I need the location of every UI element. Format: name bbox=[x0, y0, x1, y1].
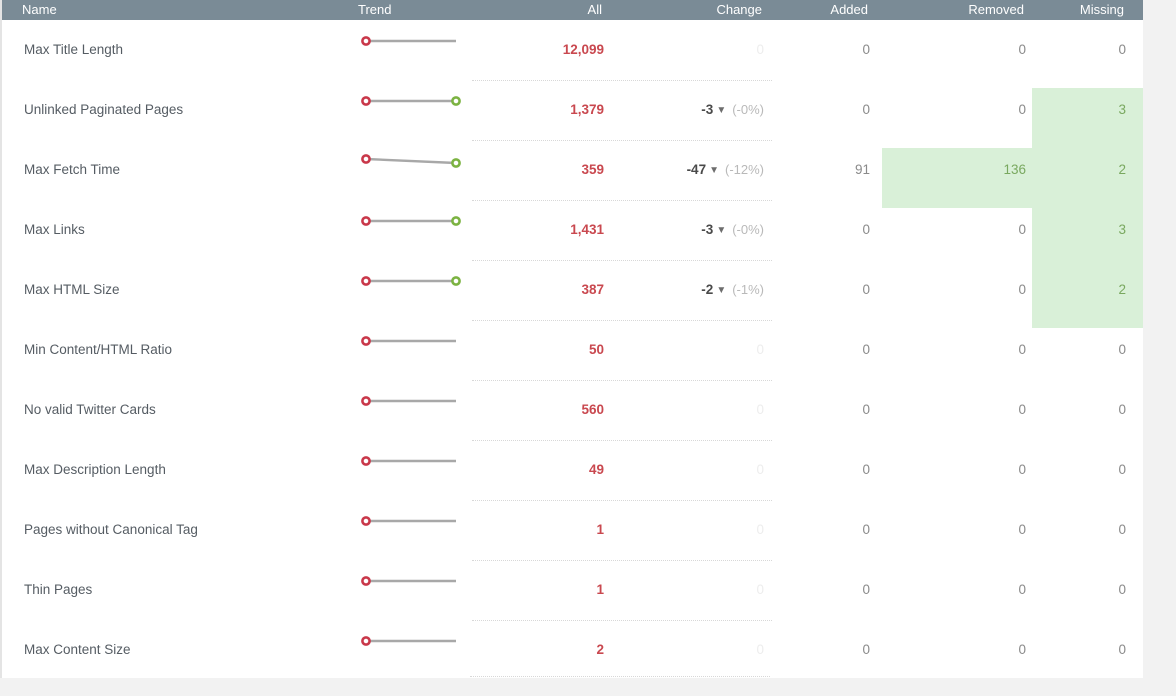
cell-missing: 3 bbox=[1118, 102, 1126, 117]
cell-all: 1,379 bbox=[570, 102, 604, 117]
cell-all: 387 bbox=[581, 282, 604, 297]
cell-missing: 0 bbox=[1118, 522, 1126, 537]
cell-added: 0 bbox=[862, 342, 870, 357]
cell-missing: 2 bbox=[1118, 282, 1126, 297]
table-row[interactable]: Max Description Length 49 0 0 0 0 bbox=[2, 440, 1143, 500]
cell-missing: 0 bbox=[1118, 342, 1126, 357]
table-row[interactable]: No valid Twitter Cards 560 0 0 0 0 bbox=[2, 380, 1143, 440]
cell-all: 49 bbox=[588, 462, 604, 477]
row-metric-name: Max Fetch Time bbox=[24, 162, 121, 177]
change-down-arrow-icon: ▼ bbox=[716, 285, 727, 296]
cell-added: 91 bbox=[854, 162, 870, 177]
cell-all: 50 bbox=[588, 342, 604, 357]
cell-all: 1 bbox=[596, 582, 604, 597]
change-value: -2 bbox=[701, 282, 714, 297]
cell-change: 0 bbox=[602, 380, 764, 440]
table-row[interactable]: Min Content/HTML Ratio 50 0 0 0 0 bbox=[2, 320, 1143, 380]
cell-missing: 0 bbox=[1118, 642, 1126, 657]
table-row[interactable]: Unlinked Paginated Pages 1,379 -3 ▼ (-0%) 0 0 3 bbox=[2, 80, 1143, 140]
cell-all: 359 bbox=[581, 162, 604, 177]
cell-all: 2 bbox=[596, 642, 604, 657]
cell-added: 0 bbox=[862, 102, 870, 117]
table-row[interactable]: Pages without Canonical Tag 1 0 0 0 0 bbox=[2, 500, 1143, 560]
table-row[interactable]: Max Content Size 2 0 0 0 0 bbox=[2, 620, 1143, 678]
cell-change: -3 ▼ (-0%) bbox=[602, 80, 764, 140]
column-header-added[interactable]: Added bbox=[740, 0, 868, 20]
change-down-arrow-icon: ▼ bbox=[716, 105, 727, 116]
row-metric-name: Max HTML Size bbox=[24, 282, 120, 297]
change-down-arrow-icon: ▼ bbox=[709, 165, 719, 176]
row-metric-name: Pages without Canonical Tag bbox=[24, 522, 198, 537]
metrics-table-page: Name Trend All Change Added Removed Miss… bbox=[0, 0, 1176, 696]
change-value: -3 bbox=[701, 222, 714, 237]
cell-change: -3 ▼ (-0%) bbox=[602, 200, 764, 260]
column-header-change[interactable]: Change bbox=[600, 0, 762, 20]
table-body: Max Title Length 12,099 0 0 0 0 Unlinked Pagin… bbox=[2, 20, 1143, 678]
cell-added: 0 bbox=[862, 282, 870, 297]
change-down-arrow-icon: ▼ bbox=[716, 225, 727, 236]
cell-missing: 0 bbox=[1118, 42, 1126, 57]
cell-missing: 2 bbox=[1118, 162, 1126, 177]
cell-all: 560 bbox=[581, 402, 604, 417]
cell-missing: 0 bbox=[1118, 402, 1126, 417]
cell-added: 0 bbox=[862, 582, 870, 597]
cell-added: 0 bbox=[862, 462, 870, 477]
table-bottom-separator bbox=[470, 676, 770, 677]
row-metric-name: Unlinked Paginated Pages bbox=[24, 102, 184, 117]
row-metric-name: Max Content Size bbox=[24, 642, 131, 657]
metrics-table: Name Trend All Change Added Removed Miss… bbox=[0, 0, 1143, 678]
row-metric-name: Max Description Length bbox=[24, 462, 166, 477]
cell-added: 0 bbox=[862, 42, 870, 57]
cell-change: 0 bbox=[602, 440, 764, 500]
row-metric-name: Max Title Length bbox=[24, 42, 124, 57]
cell-change: 0 bbox=[602, 320, 764, 380]
cell-added: 0 bbox=[862, 222, 870, 237]
cell-added: 0 bbox=[862, 402, 870, 417]
table-header-row: Name Trend All Change Added Removed Miss… bbox=[2, 0, 1143, 20]
cell-change: -47 ▼ (-12%) bbox=[602, 140, 764, 200]
change-value: -47 bbox=[686, 162, 707, 177]
cell-change: 0 bbox=[602, 500, 764, 560]
cell-change: -2 ▼ (-1%) bbox=[602, 260, 764, 320]
row-metric-name: Min Content/HTML Ratio bbox=[24, 342, 173, 357]
page-bottom-strip bbox=[0, 678, 1176, 696]
table-row[interactable]: Max Links 1,431 -3 ▼ (-0%) 0 0 3 bbox=[2, 200, 1143, 260]
cell-all: 1 bbox=[596, 522, 604, 537]
column-header-missing[interactable]: Missing bbox=[990, 0, 1124, 20]
column-header-trend[interactable]: Trend bbox=[358, 0, 391, 20]
cell-missing: 0 bbox=[1118, 582, 1126, 597]
cell-change: 0 bbox=[602, 620, 764, 678]
change-value: -3 bbox=[701, 102, 714, 117]
row-metric-name: No valid Twitter Cards bbox=[24, 402, 156, 417]
row-metric-name: Thin Pages bbox=[24, 582, 93, 597]
table-row[interactable]: Max Fetch Time 359 -47 ▼ (-12%) 91 136 2 bbox=[2, 140, 1143, 200]
column-header-name[interactable]: Name bbox=[22, 0, 57, 20]
cell-change: 0 bbox=[602, 20, 764, 80]
cell-missing: 0 bbox=[1118, 462, 1126, 477]
table-row[interactable]: Max HTML Size 387 -2 ▼ (-1%) 0 0 2 bbox=[2, 260, 1143, 320]
cell-missing: 3 bbox=[1118, 222, 1126, 237]
table-row[interactable]: Max Title Length 12,099 0 0 0 0 bbox=[2, 20, 1143, 80]
cell-added: 0 bbox=[862, 642, 870, 657]
table-row[interactable]: Thin Pages 1 0 0 0 0 bbox=[2, 560, 1143, 620]
cell-all: 1,431 bbox=[570, 222, 604, 237]
column-header-all[interactable]: All bbox=[440, 0, 602, 20]
cell-added: 0 bbox=[862, 522, 870, 537]
cell-all: 12,099 bbox=[562, 42, 604, 57]
row-metric-name: Max Links bbox=[24, 222, 85, 237]
cell-change: 0 bbox=[602, 560, 764, 620]
